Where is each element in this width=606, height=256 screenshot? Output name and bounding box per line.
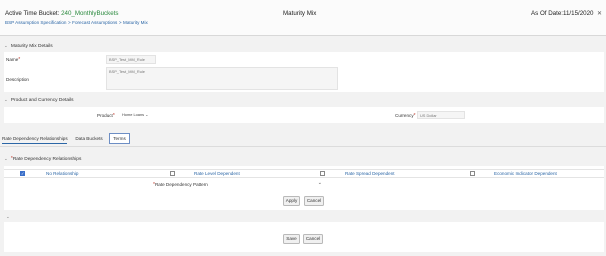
empty-section-header[interactable]: ⌄ [4,213,604,222]
economic-indicator-label: Economic Indicator Dependent [494,171,557,176]
apply-button[interactable]: Apply [283,196,300,206]
chevron-down-icon: ⌄ [317,180,322,186]
description-label: Description [6,77,29,82]
product-label: Product* [97,113,115,119]
as-of-value: 11/15/2020 [562,10,594,17]
rate-spread-label: Rate Spread Dependent [345,171,395,176]
breadcrumb-forecast-assumptions[interactable]: Forecast Assumptions [72,20,117,25]
economic-indicator-checkbox[interactable] [470,171,475,176]
tab-rate-dependency[interactable]: Rate Dependency Relationships [2,136,68,144]
details-section-header[interactable]: ⌄ Maturity Mix Details [4,43,604,52]
breadcrumb-maturity-mix[interactable]: Maturity Mix [123,20,148,25]
product-section-title: Product and Currency Details [10,98,74,103]
as-of-label: As Of Date: [531,10,563,17]
chevron-down-icon: ⌄ [6,214,10,219]
relationships-cancel-button[interactable]: Cancel [304,196,324,206]
relationships-section-header[interactable]: ⌄ *Rate Dependency Relationships [4,156,604,165]
bucket-label: Active Time Bucket: [5,10,62,17]
tabs-divider [0,146,606,147]
name-label: Name* [6,57,21,63]
relationships-section-title: Rate Dependency Relationships [12,157,82,162]
currency-field[interactable]: US Dollar [417,111,465,119]
save-button[interactable]: Save [283,234,300,244]
details-section-title: Maturity Mix Details [10,44,53,49]
bucket-value: 240_MonthlyBuckets [61,10,119,17]
no-relationship-checkbox[interactable]: ✓ [20,171,25,176]
no-relationship-label: No Relationship [46,171,79,176]
product-value: Home Loans [122,112,145,117]
breadcrumb-separator: > [67,20,71,25]
cancel-button[interactable]: Cancel [303,234,323,244]
page-header: Active Time Bucket: 240_MonthlyBuckets B… [0,0,606,36]
chevron-down-icon: ⌄ [4,97,8,102]
rate-level-checkbox[interactable] [170,171,175,176]
name-field[interactable]: BSP_Test_MM_Rule [106,55,156,64]
currency-label: Currency* [395,113,416,119]
chevron-down-icon: ⌄ [4,156,8,161]
product-panel [4,107,604,123]
active-time-bucket: Active Time Bucket: 240_MonthlyBuckets [5,10,119,17]
page-title: Maturity Mix [283,10,317,17]
close-icon[interactable]: ✕ [597,10,602,17]
as-of-date: As Of Date:11/15/2020 [531,10,594,17]
description-field[interactable]: BSP_Test_MM_Rule [106,67,338,90]
tab-data-buckets[interactable]: Data Buckets [74,136,104,144]
breadcrumb-assumption-spec[interactable]: BSP Assumption Specification [5,20,66,25]
chevron-down-icon: ⌄ [145,112,149,117]
rate-dependency-pattern-label: *Rate Dependency Pattern [153,182,208,188]
breadcrumb-separator: > [118,20,122,25]
rate-level-label: Rate Level Dependent [194,171,240,176]
rate-dependency-pattern-select[interactable]: ⌄ [232,180,324,188]
product-select[interactable]: Home Loans ⌄ [120,111,154,119]
tab-terms[interactable]: Terms [109,133,130,144]
chevron-down-icon: ⌄ [4,43,8,48]
rate-spread-checkbox[interactable] [320,171,325,176]
breadcrumb: BSP Assumption Specification > Forecast As… [5,20,148,25]
product-section-header[interactable]: ⌄ Product and Currency Details [4,97,604,106]
